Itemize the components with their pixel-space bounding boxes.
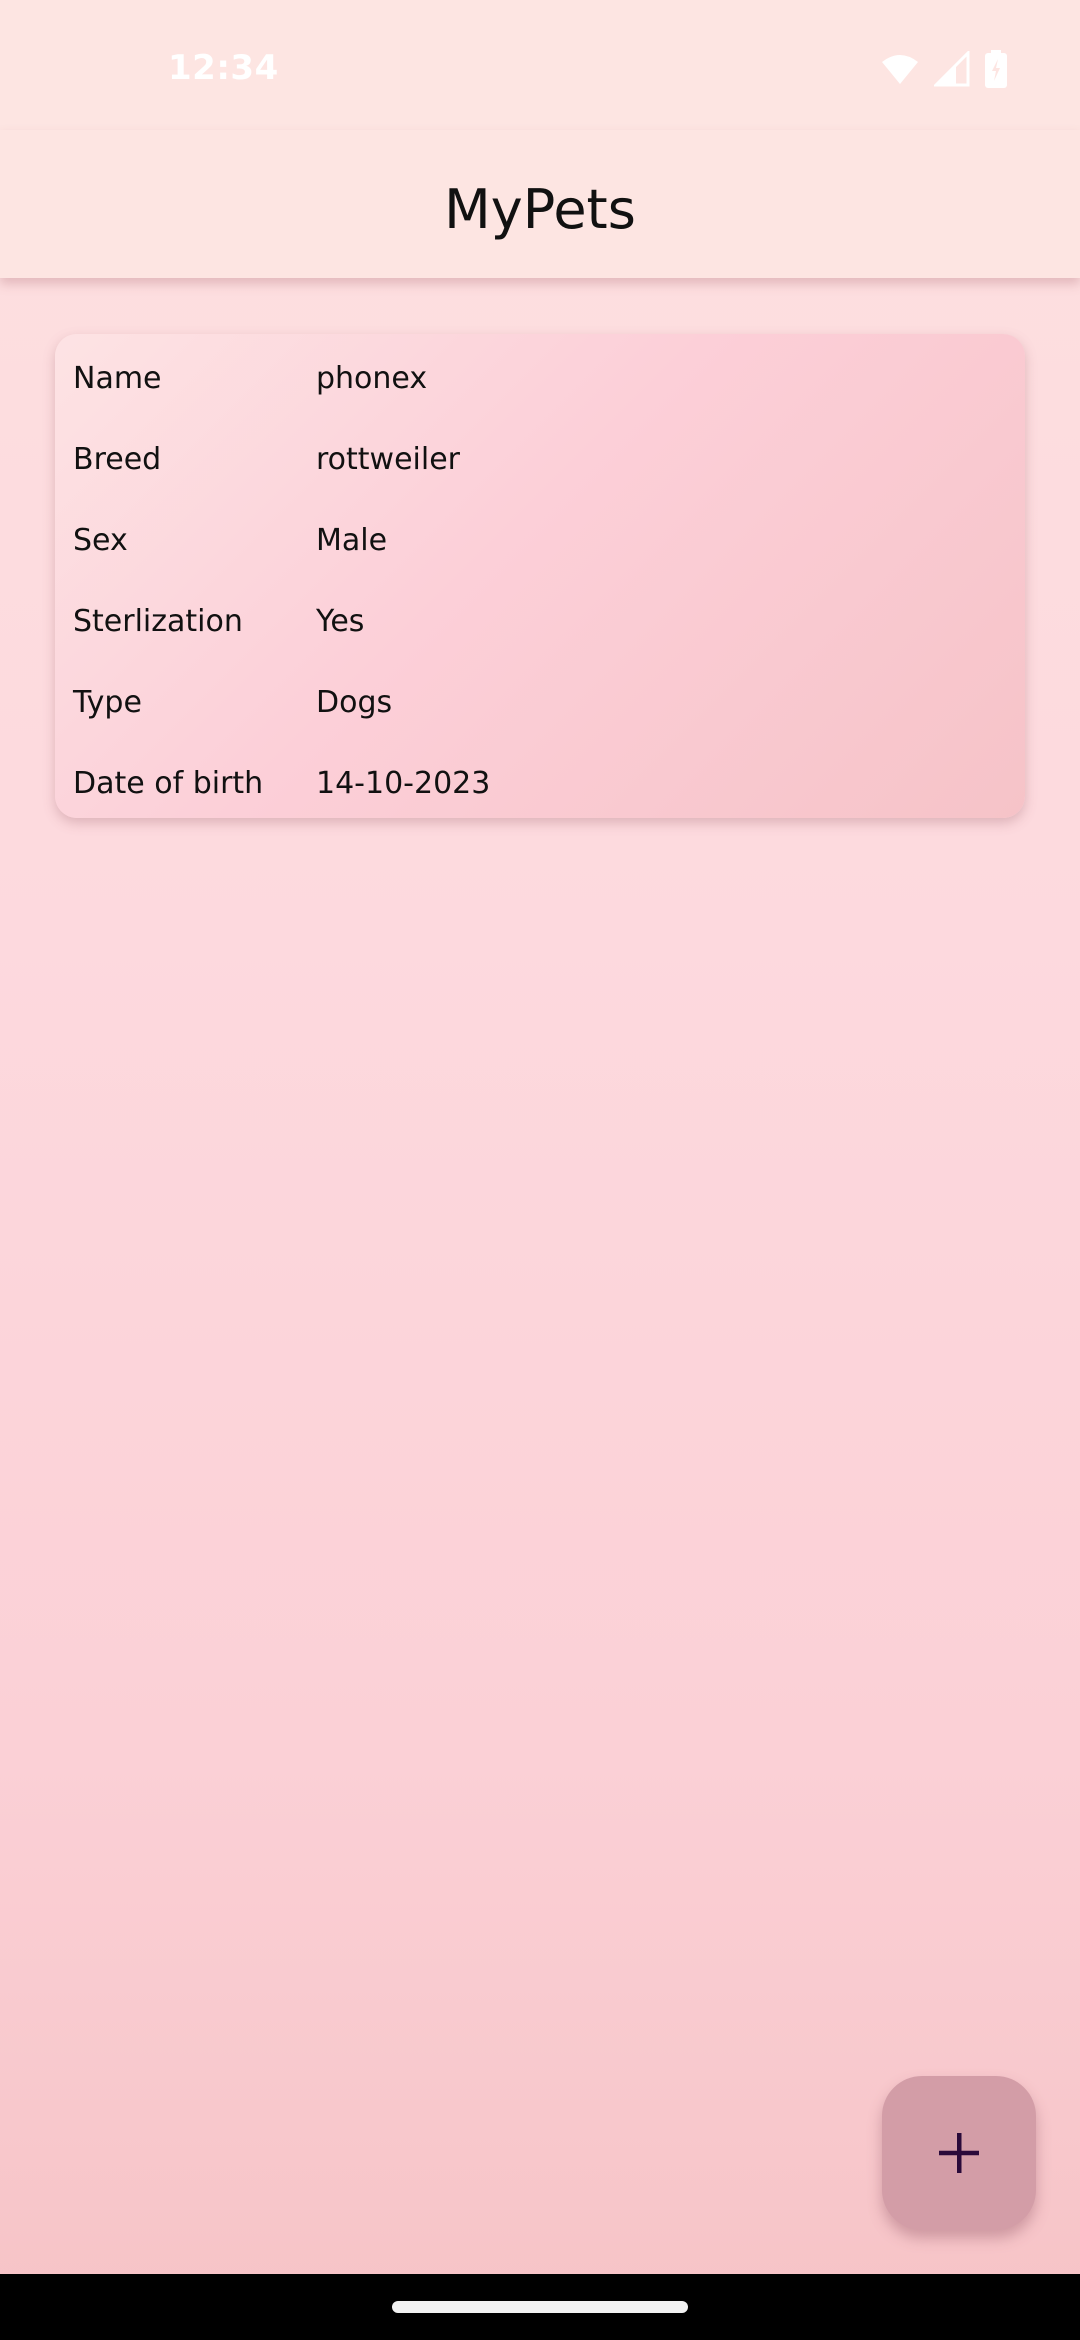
status-icons [880,50,1008,88]
status-time: 12:34 [168,48,279,88]
pet-card[interactable]: Name phonex Breed rottweiler Sex Male St… [55,334,1025,818]
battery-charging-icon [985,50,1007,88]
home-gesture-handle[interactable] [392,2301,688,2313]
pet-label-breed: Breed [73,441,162,477]
pet-row-breed: Breed rottweiler [73,429,460,489]
pet-value-type: Dogs [316,684,393,720]
pet-value-sterlization: Yes [316,603,365,639]
pet-label-date-of-birth: Date of birth [73,765,264,801]
pet-label-name: Name [73,360,162,396]
pet-row-date-of-birth: Date of birth 14-10-2023 [73,753,490,813]
pet-value-sex: Male [316,522,388,558]
signal-icon [934,51,970,87]
pet-row-type: Type Dogs [73,672,392,732]
pet-row-sterlization: Sterlization Yes [73,591,364,651]
app-title: MyPets [444,178,636,241]
pet-label-sterlization: Sterlization [73,603,243,639]
pet-value-date-of-birth: 14-10-2023 [316,765,491,801]
wifi-icon [882,55,918,84]
add-pet-button[interactable] [882,2076,1036,2230]
pet-row-name: Name phonex [73,348,427,408]
pet-value-name: phonex [316,360,428,396]
pet-value-breed: rottweiler [316,441,461,477]
pet-label-type: Type [73,684,142,720]
pet-row-sex: Sex Male [73,510,387,570]
plus-icon [939,2133,979,2173]
pet-label-sex: Sex [73,522,128,558]
